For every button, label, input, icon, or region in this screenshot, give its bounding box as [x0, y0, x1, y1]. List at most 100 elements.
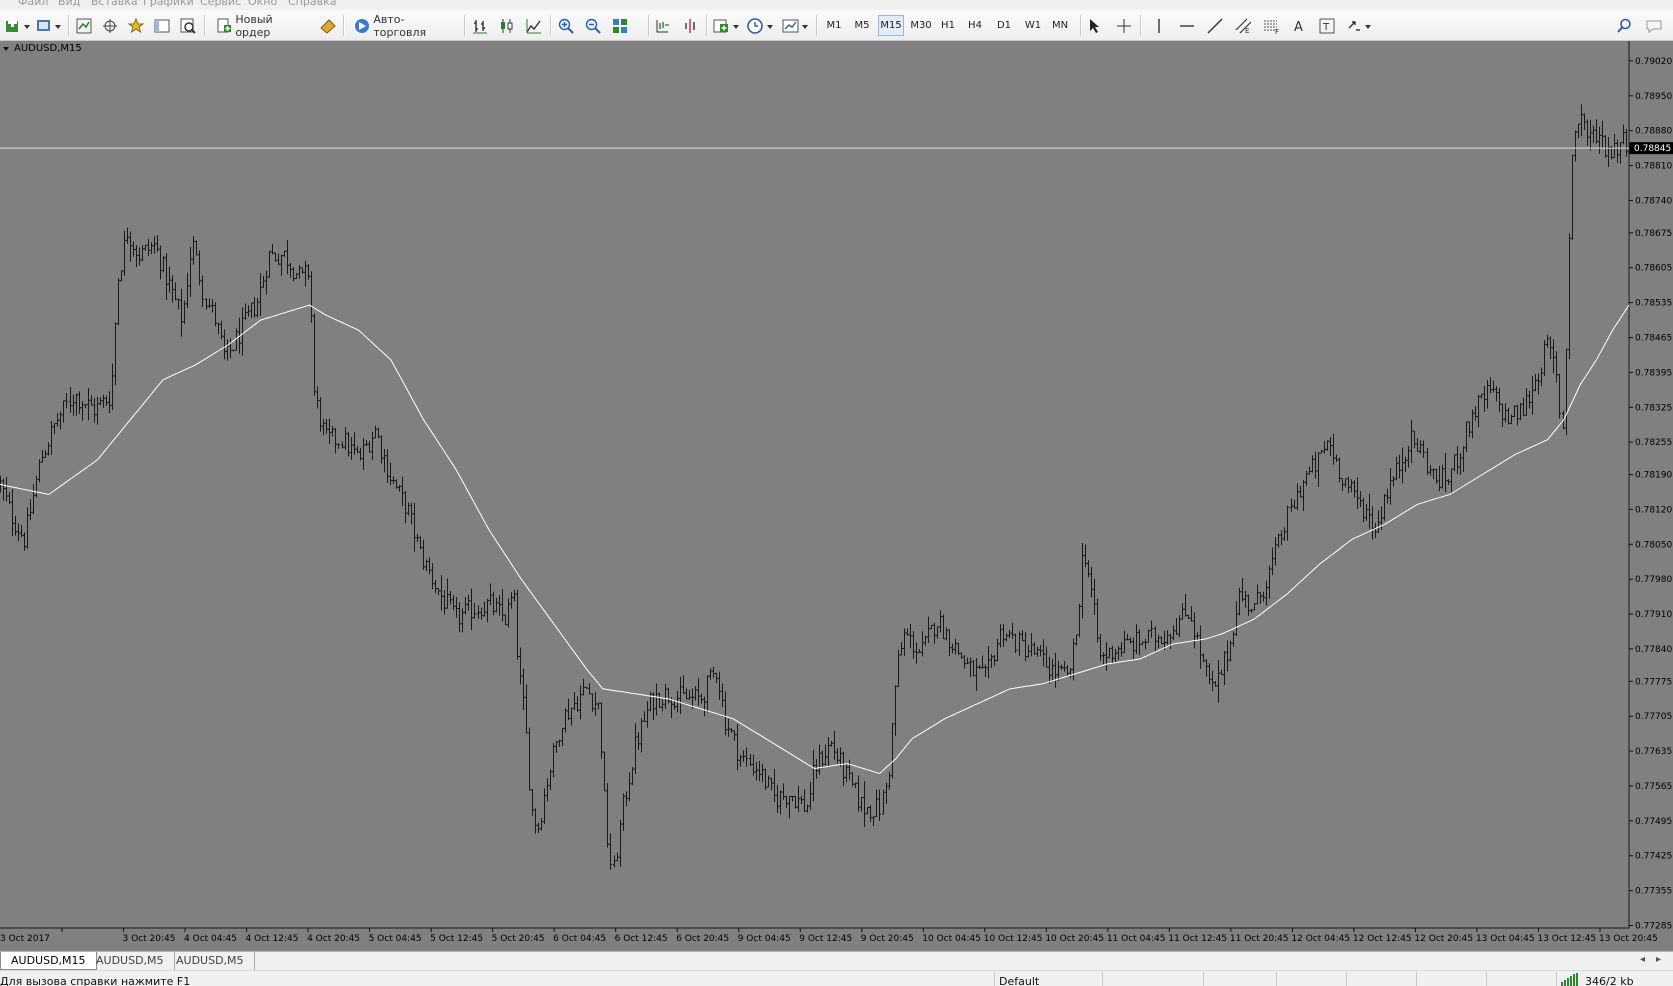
price-tick-label: 0.77565: [1635, 782, 1672, 792]
main-toolbar: Новый ордер Авто-торговля M1 M5 M15 M30 …: [0, 10, 1673, 41]
tab-scroll-left-icon[interactable]: ◂: [1640, 954, 1645, 965]
market-watch-icon: [76, 18, 92, 33]
price-tick-label: 0.77635: [1635, 747, 1672, 757]
fibonacci-icon: F: [1264, 20, 1279, 34]
plot-area[interactable]: [0, 41, 1629, 928]
timeframe-m30[interactable]: M30: [908, 15, 934, 36]
timeframe-m5[interactable]: M5: [850, 15, 874, 36]
time-tick-label: 6 Oct 12:45: [615, 934, 668, 944]
market-watch-button[interactable]: [74, 15, 94, 36]
text-tool[interactable]: A: [1290, 15, 1308, 36]
menu-tools[interactable]: Сервис: [200, 0, 241, 8]
menu-charts[interactable]: Графики: [143, 0, 194, 8]
auto-trading-label: Авто-торговля: [373, 12, 427, 39]
chart-window[interactable]: 0.79020 0.78950 0.78880 0.78810 0.78740 0.786…: [0, 41, 1673, 951]
strategy-tester-button[interactable]: [178, 15, 198, 36]
zoom-out-button[interactable]: [583, 15, 603, 36]
arrows-tool[interactable]: [1346, 15, 1374, 36]
menu-insert[interactable]: Вставка: [91, 0, 138, 8]
price-chart[interactable]: 0.79020 0.78950 0.78880 0.78810 0.78740 0.786…: [0, 41, 1673, 951]
tab-audusd-m15[interactable]: AUDUSD,M15: [0, 952, 97, 970]
data-window-button[interactable]: [100, 15, 120, 36]
time-tick-label: 10 Oct 20:45: [1045, 934, 1104, 944]
chat-button[interactable]: [1643, 15, 1665, 36]
time-tick-label: 4 Oct 12:45: [246, 934, 299, 944]
price-tick-label: 0.78605: [1635, 264, 1672, 274]
time-tick-label: 12 Oct 20:45: [1414, 934, 1473, 944]
metaeditor-icon: [320, 18, 336, 34]
svg-text:E: E: [1245, 27, 1249, 34]
tile-windows-icon: [613, 18, 627, 33]
timeframe-d1[interactable]: D1: [993, 15, 1015, 36]
chart-shift-button[interactable]: [652, 15, 672, 36]
timeframe-h4[interactable]: H4: [964, 15, 986, 36]
channel-icon: E: [1235, 18, 1252, 34]
menu-view[interactable]: Вид: [58, 0, 80, 8]
terminal-button[interactable]: [152, 15, 172, 36]
equidistant-channel-tool[interactable]: E: [1234, 15, 1254, 36]
crosshair-icon: [1117, 18, 1131, 33]
auto-trading-button[interactable]: Авто-торговля: [348, 12, 460, 39]
indicators-button[interactable]: [712, 15, 742, 36]
price-tick-label: 0.77425: [1635, 852, 1672, 862]
price-tick-label: 0.78395: [1635, 368, 1672, 378]
price-tick-label: 0.78190: [1635, 471, 1672, 481]
clock-icon: [747, 17, 773, 34]
crosshair-tool[interactable]: [1115, 15, 1133, 36]
cursor-tool[interactable]: [1086, 15, 1104, 36]
tab-scroll-right-icon[interactable]: ▸: [1656, 954, 1661, 965]
traffic-counter: 346/2 kb: [1585, 975, 1634, 986]
zoom-out-icon: [585, 18, 601, 34]
time-tick-label: 10 Oct 04:45: [922, 934, 981, 944]
price-tick-label: 0.77910: [1635, 610, 1672, 620]
trendline-icon: [1207, 18, 1223, 33]
time-tick-label: 5 Oct 20:45: [492, 934, 545, 944]
time-tick-label: 10 Oct 12:45: [984, 934, 1043, 944]
timeframe-w1[interactable]: W1: [1021, 15, 1045, 36]
fibonacci-tool[interactable]: F: [1262, 15, 1282, 36]
price-tick-label: 0.78325: [1635, 403, 1672, 413]
timeframe-m1[interactable]: M1: [822, 15, 846, 36]
trendline-tool[interactable]: [1206, 15, 1224, 36]
zoom-in-button[interactable]: [556, 15, 576, 36]
tile-windows-button[interactable]: [610, 15, 630, 36]
connection-status-icon: [1561, 973, 1578, 986]
horizontal-line-icon: [1180, 24, 1194, 27]
autoscroll-button[interactable]: [680, 15, 700, 36]
timeframe-mn[interactable]: MN: [1048, 15, 1072, 36]
price-tick-label: 0.77980: [1635, 575, 1672, 585]
search-button[interactable]: [1615, 15, 1633, 36]
time-tick-label: 11 Oct 04:45: [1107, 934, 1166, 944]
new-chart-button[interactable]: [4, 15, 32, 36]
profiles-button[interactable]: [35, 15, 63, 36]
arrows-icon: [1348, 20, 1371, 31]
strategy-tester-icon: [180, 18, 196, 34]
new-order-button[interactable]: Новый ордер: [210, 13, 314, 39]
timeframe-m15[interactable]: M15: [878, 15, 904, 36]
timeframe-h1[interactable]: H1: [937, 15, 959, 36]
time-tick-label: 13 Oct 04:45: [1476, 934, 1535, 944]
candlestick-icon: [501, 18, 513, 33]
line-chart-button[interactable]: [524, 15, 544, 36]
vertical-line-tool[interactable]: [1150, 15, 1168, 36]
metaeditor-button[interactable]: [318, 15, 338, 36]
horizontal-line-tool[interactable]: [1178, 15, 1196, 36]
zoom-in-icon: [558, 18, 574, 34]
bar-chart-button[interactable]: [470, 15, 490, 36]
periods-button[interactable]: [746, 15, 776, 36]
templates-button[interactable]: [781, 15, 811, 36]
menu-help[interactable]: Справка: [288, 0, 336, 8]
tab-audusd-m5[interactable]: AUDUSD,M5: [86, 952, 175, 970]
menu-file[interactable]: Файл: [18, 0, 48, 8]
price-tick-label: 0.78880: [1635, 127, 1672, 137]
templates-icon: [782, 19, 808, 32]
menu-window[interactable]: Окно: [248, 0, 277, 8]
text-label-tool[interactable]: T: [1318, 15, 1336, 36]
crosshair-target-icon: [103, 18, 117, 33]
chart-symbol-label: AUDUSD,M15: [14, 43, 82, 54]
line-chart-icon: [526, 18, 541, 33]
candlestick-button[interactable]: [497, 15, 517, 36]
navigator-button[interactable]: [126, 15, 146, 36]
price-tick-label: 0.78810: [1635, 162, 1672, 172]
tab-audusd-m5-2[interactable]: AUDUSD,M5: [166, 952, 255, 970]
